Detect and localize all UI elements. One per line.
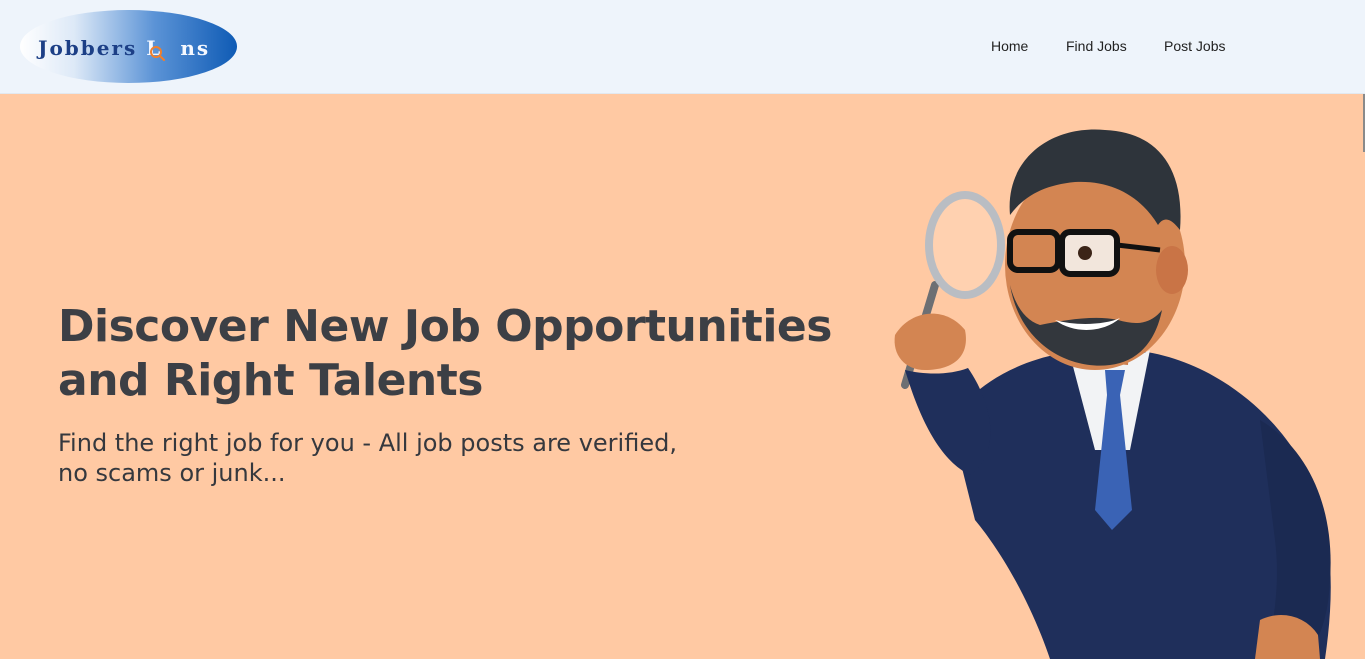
nav-find-jobs-link[interactable]: Find Jobs: [1066, 38, 1127, 54]
nav-post-jobs-link[interactable]: Post Jobs: [1164, 38, 1225, 54]
hero-headline: Discover New Job Opportunities and Right…: [58, 300, 858, 408]
hero-subline-line-1: Find the right job for you - All job pos…: [58, 429, 677, 457]
logo-text: Jobbers Lns: [38, 36, 210, 60]
hero-headline-line-2: and Right Talents: [58, 355, 483, 406]
hero-headline-line-1: Discover New Job Opportunities: [58, 301, 832, 352]
hero-subline: Find the right job for you - All job pos…: [58, 428, 758, 488]
magnifier-icon: [150, 46, 165, 61]
nav-home-link[interactable]: Home: [991, 38, 1028, 54]
logo[interactable]: Jobbers Lns: [20, 10, 237, 83]
logo-word-jobbers: Jobbers: [38, 36, 138, 60]
businessman-illustration: [894, 129, 1331, 659]
site-header: Jobbers Lns Home Find Jobs Post Jobs: [0, 0, 1365, 94]
hero-subline-line-2: no scams or junk...: [58, 459, 286, 487]
